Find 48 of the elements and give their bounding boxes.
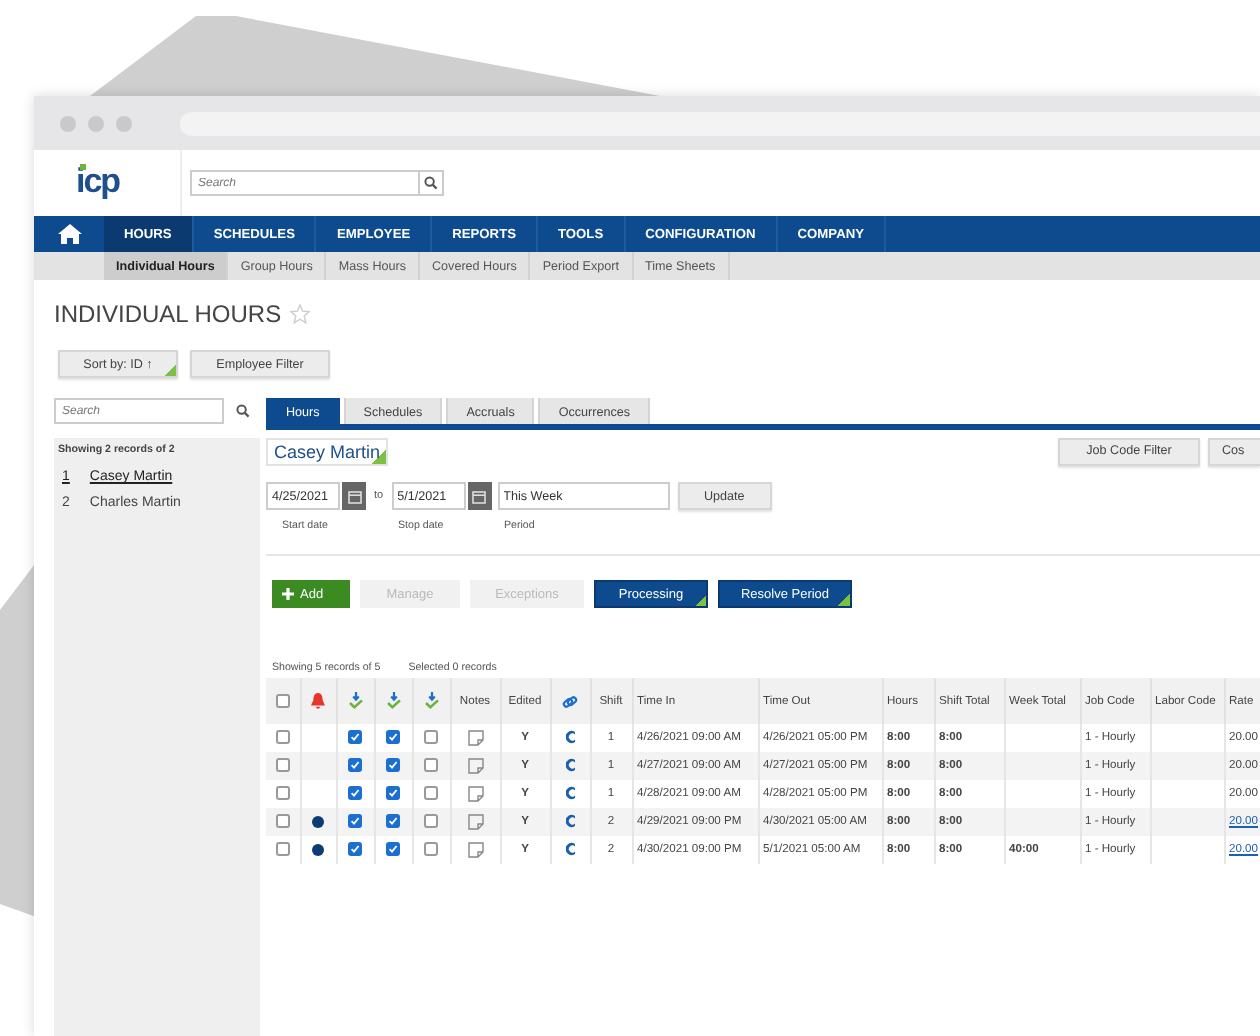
checkbox[interactable] (424, 730, 438, 745)
arrow-check-icon (347, 692, 363, 710)
window-dot-icon (116, 115, 132, 131)
star-icon[interactable] (289, 304, 310, 324)
checkbox[interactable] (348, 814, 362, 829)
arrow-check-icon (423, 692, 439, 710)
note-icon[interactable] (467, 842, 483, 858)
calendar-icon (472, 489, 487, 503)
page-title: INDIVIDUAL HOURS (54, 300, 282, 328)
alert-dot (312, 843, 324, 856)
checkbox[interactable] (348, 786, 362, 801)
checkbox[interactable] (275, 814, 290, 829)
checkbox[interactable] (275, 758, 290, 773)
bell-icon (310, 692, 326, 710)
alert-dot (312, 815, 324, 828)
window-dot-icon (60, 115, 76, 131)
checkbox[interactable] (275, 786, 290, 801)
checkbox[interactable] (348, 758, 362, 773)
checkbox[interactable] (386, 814, 400, 829)
checkbox[interactable] (386, 842, 400, 857)
note-icon[interactable] (467, 730, 483, 746)
window-dot-icon (88, 115, 104, 131)
checkbox[interactable] (424, 842, 438, 857)
note-icon[interactable] (467, 814, 483, 830)
arrow-check-icon (385, 692, 401, 710)
search-icon (235, 404, 249, 418)
checkbox[interactable] (424, 786, 438, 801)
checkbox[interactable] (386, 730, 400, 745)
calendar-icon (347, 489, 361, 503)
checkbox[interactable] (275, 730, 290, 745)
checkbox[interactable] (386, 786, 400, 801)
checkbox[interactable] (348, 730, 362, 745)
calendar-button[interactable] (467, 482, 492, 510)
note-icon[interactable] (467, 786, 483, 802)
search-icon (424, 176, 438, 190)
checkbox[interactable] (386, 758, 400, 773)
employee-name-field[interactable]: Casey Martin (266, 437, 389, 465)
plus-icon (282, 588, 294, 600)
checkbox[interactable] (275, 693, 290, 708)
note-icon[interactable] (467, 758, 483, 774)
calendar-button[interactable] (342, 482, 366, 510)
checkbox[interactable] (348, 842, 362, 857)
home-icon (57, 224, 81, 244)
search-button[interactable] (420, 170, 444, 196)
checkbox[interactable] (424, 814, 438, 829)
checkbox[interactable] (275, 842, 290, 857)
checkbox[interactable] (424, 758, 438, 773)
link-icon (562, 693, 578, 709)
